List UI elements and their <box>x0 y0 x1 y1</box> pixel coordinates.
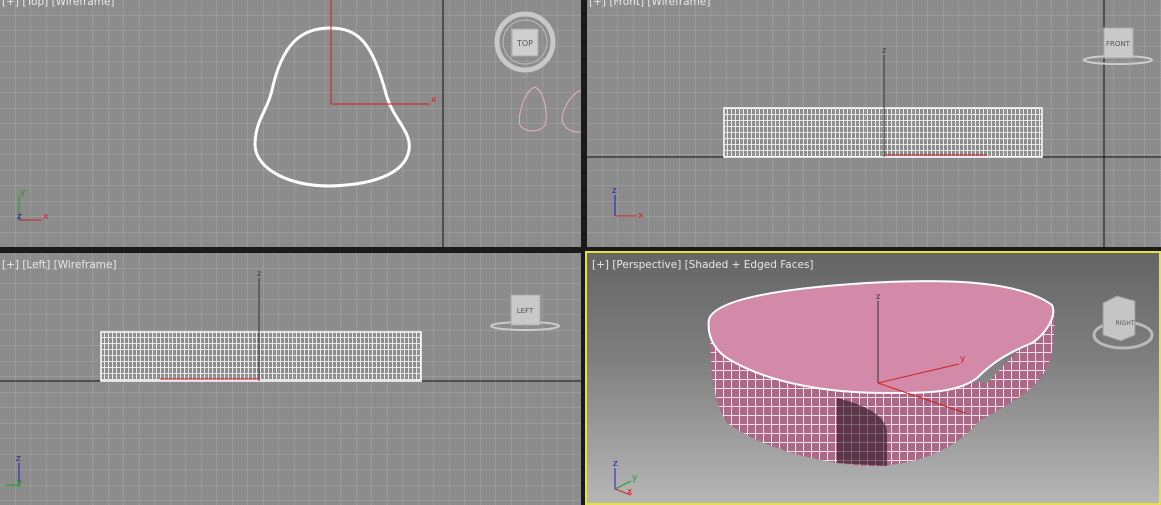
viewcube-face-label: FRONT <box>1106 40 1131 48</box>
viewport-perspective[interactable]: [+] [Perspective] [Shaded + Edged Faces]… <box>585 251 1161 505</box>
svg-text:z: z <box>612 186 617 196</box>
viewport-label[interactable]: [+] [Left] [Wireframe] <box>2 259 117 271</box>
svg-text:y: y <box>632 473 638 483</box>
viewport-label[interactable]: [+] [Front] [Wireframe] <box>589 0 710 8</box>
mesh-object[interactable] <box>100 331 422 382</box>
gizmo-x-label: x <box>431 95 437 105</box>
mesh-object[interactable] <box>707 280 1055 467</box>
viewport-label[interactable]: [+] [Top] [Wireframe] <box>2 0 115 8</box>
viewport-label[interactable]: [+] [Perspective] [Shaded + Edged Faces] <box>592 259 814 271</box>
viewport-front[interactable]: [+] [Front] [Wireframe] z FRONT z x <box>587 0 1161 247</box>
svg-text:z: z <box>613 459 618 469</box>
viewcube-face-label: TOP <box>516 39 533 48</box>
viewport-top[interactable]: [+] [Top] [Wireframe] x TOP y z x <box>0 0 581 247</box>
svg-text:y: y <box>20 188 26 198</box>
viewcube-face-label: LEFT <box>517 307 534 315</box>
svg-text:x: x <box>627 487 633 497</box>
svg-text:z: z <box>16 454 21 464</box>
viewcube-face-label: RIGHT <box>1116 320 1135 327</box>
mesh-object[interactable] <box>723 107 1043 158</box>
svg-text:x: x <box>43 212 49 222</box>
svg-text:z: z <box>17 212 22 222</box>
svg-text:y: y <box>17 478 23 488</box>
viewport-left[interactable]: [+] [Left] [Wireframe] z LEFT z y <box>0 253 581 505</box>
svg-text:z: z <box>876 292 880 301</box>
svg-text:x: x <box>638 211 644 221</box>
svg-text:y: y <box>960 354 966 364</box>
svg-text:z: z <box>882 46 886 55</box>
grid <box>0 0 581 247</box>
svg-text:z: z <box>257 269 261 278</box>
world-axis-tripod: z y x <box>613 459 638 497</box>
viewcube[interactable]: RIGHT <box>1092 295 1154 350</box>
